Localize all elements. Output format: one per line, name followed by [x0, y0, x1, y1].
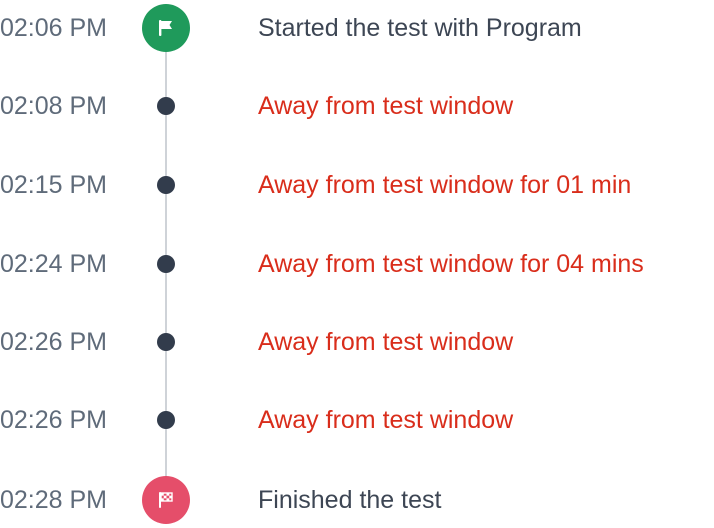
- event-description: Away from test window for 01 min: [258, 171, 632, 199]
- event-description: Away from test window: [258, 328, 514, 356]
- event-time: 02:26 PM: [0, 406, 108, 434]
- event-description: Away from test window: [258, 406, 514, 434]
- event-time: 02:15 PM: [0, 171, 108, 199]
- event-time: 02:26 PM: [0, 328, 108, 356]
- start-flag-icon: [142, 4, 190, 52]
- event-time: 02:24 PM: [0, 250, 108, 278]
- timeline-event: 02:26 PM Away from test window: [0, 314, 714, 370]
- timeline-dot: [157, 97, 175, 115]
- checkered-flag-icon: [142, 476, 190, 524]
- timeline-event: 02:15 PM Away from test window for 01 mi…: [0, 157, 714, 213]
- event-description: Away from test window for 04 mins: [258, 250, 644, 278]
- timeline-dot: [157, 411, 175, 429]
- event-time: 02:08 PM: [0, 92, 108, 120]
- timeline-dot: [157, 255, 175, 273]
- activity-timeline: 02:06 PM Started the test with Program 0…: [0, 0, 714, 528]
- timeline-event: 02:08 PM Away from test window: [0, 78, 714, 134]
- event-description: Away from test window: [258, 92, 514, 120]
- timeline-event: 02:26 PM Away from test window: [0, 392, 714, 448]
- event-description: Started the test with Program: [258, 14, 582, 42]
- event-time: 02:06 PM: [0, 14, 108, 42]
- timeline-event-start: 02:06 PM Started the test with Program: [0, 0, 714, 56]
- event-description: Finished the test: [258, 486, 442, 514]
- timeline-dot: [157, 333, 175, 351]
- timeline-event-finish: 02:28 PM Finished the test: [0, 472, 714, 528]
- timeline-event: 02:24 PM Away from test window for 04 mi…: [0, 236, 714, 292]
- timeline-dot: [157, 176, 175, 194]
- event-time: 02:28 PM: [0, 486, 108, 514]
